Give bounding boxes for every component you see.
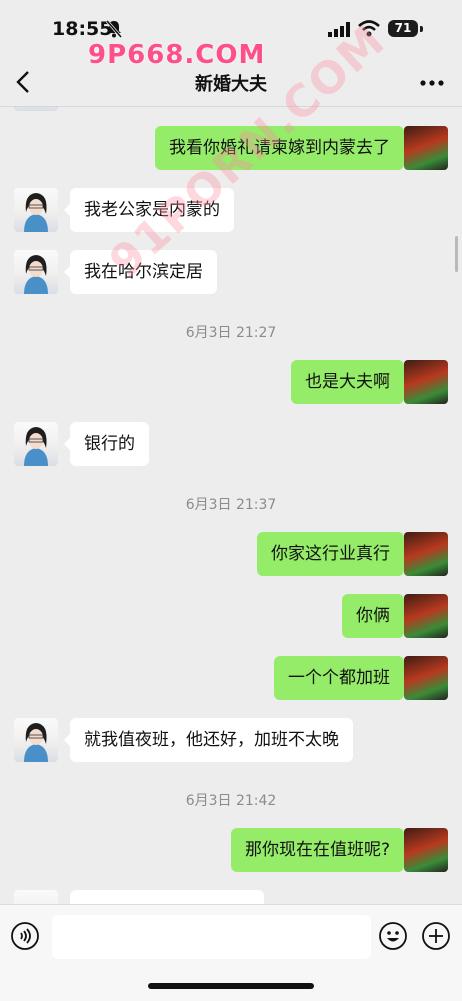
- avatar[interactable]: [404, 656, 448, 700]
- message-row: 你俩: [0, 594, 462, 638]
- avatar[interactable]: [404, 126, 448, 170]
- emoji-icon[interactable]: [378, 921, 408, 951]
- home-indicator: [148, 983, 314, 989]
- timestamp: 6月3日 21:27: [185, 325, 277, 341]
- message-row: 就我值夜班，他还好，加班不太晚: [0, 718, 462, 762]
- avatar[interactable]: [14, 422, 58, 466]
- more-icon[interactable]: [420, 80, 444, 86]
- chat-list[interactable]: 我看你婚礼请柬嫁到内蒙去了 我老公家是内蒙的 我在哈尔滨定居 6月3日 21:2…: [0, 107, 462, 907]
- avatar[interactable]: [404, 532, 448, 576]
- message-bubble-sent[interactable]: 一个个都加班: [274, 656, 410, 700]
- woman-avatar-icon: [24, 255, 48, 294]
- avatar[interactable]: [14, 250, 58, 294]
- message-row: 一个个都加班: [0, 656, 462, 700]
- message-row: 你家这行业真行: [0, 532, 462, 576]
- message-bubble-sent[interactable]: 那你现在在值班呢?: [230, 828, 411, 872]
- avatar[interactable]: [14, 718, 58, 762]
- avatar[interactable]: [404, 828, 448, 872]
- message-input[interactable]: [52, 915, 371, 959]
- message-bubble-received[interactable]: 就我值夜班，他还好，加班不太晚: [64, 718, 353, 762]
- bell-off-icon: [106, 20, 122, 38]
- avatar[interactable]: [14, 188, 58, 232]
- message-bubble-sent[interactable]: 你家这行业真行: [257, 532, 410, 576]
- input-bar: [0, 904, 462, 1001]
- woman-avatar-icon: [24, 193, 48, 232]
- scrollbar[interactable]: [455, 236, 458, 272]
- message-row: 我在哈尔滨定居: [0, 250, 462, 294]
- message-bubble-received[interactable]: 银行的: [64, 422, 149, 466]
- message-bubble-sent[interactable]: 你俩: [342, 594, 410, 638]
- voice-icon[interactable]: [10, 921, 40, 951]
- woman-avatar-icon: [24, 427, 48, 466]
- message-row: 银行的: [0, 422, 462, 466]
- timestamp: 6月3日 21:42: [185, 793, 277, 809]
- timestamp: 6月3日 21:37: [185, 497, 277, 513]
- status-time: 18:55: [52, 18, 113, 40]
- woman-avatar-icon: [24, 723, 48, 762]
- nav-bar: 新婚大夫: [0, 58, 462, 107]
- message-bubble-sent[interactable]: 也是大夫啊: [291, 360, 410, 404]
- message-row: 也是大夫啊: [0, 360, 462, 404]
- message-row: 那你现在在值班呢?: [0, 828, 462, 872]
- plus-icon[interactable]: [421, 921, 451, 951]
- avatar[interactable]: [404, 360, 448, 404]
- battery-tip: [420, 26, 423, 32]
- avatar[interactable]: [404, 594, 448, 638]
- chat-title: 新婚大夫: [195, 74, 267, 95]
- avatar[interactable]: [14, 107, 58, 111]
- battery-indicator: 71: [388, 20, 418, 37]
